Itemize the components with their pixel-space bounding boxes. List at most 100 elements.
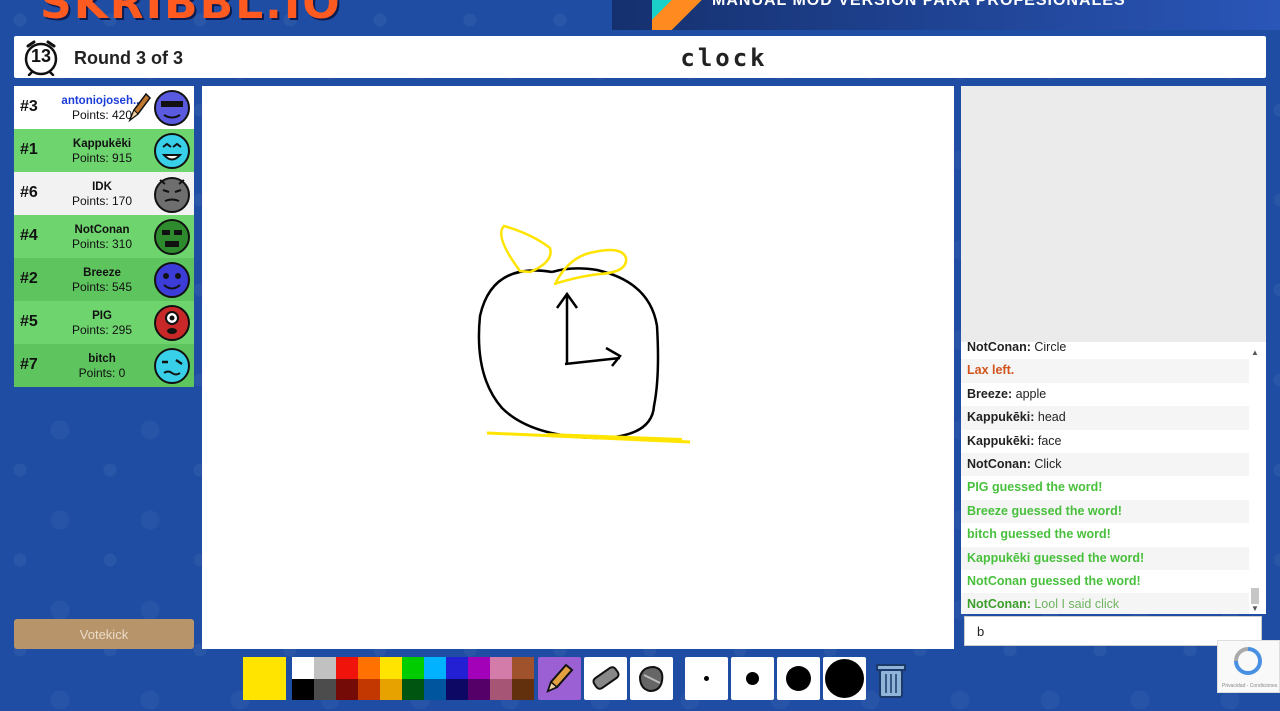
scroll-down-icon[interactable]: ▼ (1250, 604, 1260, 614)
chat-message: bitch guessed the word! (967, 527, 1111, 542)
color-swatch[interactable] (358, 657, 380, 679)
chat-message: NotConan: Circle (967, 342, 1067, 354)
chat-messages: NotConan: Circle Lax left. Breeze: apple… (961, 342, 1249, 614)
color-swatch[interactable] (468, 678, 490, 700)
player-avatar (154, 133, 190, 169)
player-rank: #5 (20, 313, 38, 330)
scroll-thumb[interactable] (1251, 588, 1259, 604)
color-swatch[interactable] (358, 678, 380, 700)
color-swatch[interactable] (468, 657, 490, 679)
fill-bucket-icon (638, 665, 664, 693)
player-avatar (154, 262, 190, 298)
player-rank: #7 (20, 356, 38, 373)
chat-message: NotConan: Click (961, 452, 1249, 477)
player-rank: #3 (20, 98, 38, 115)
color-swatch[interactable] (336, 657, 358, 679)
color-swatch[interactable] (490, 657, 512, 679)
eraser-icon (592, 666, 620, 690)
player-rank: #4 (20, 227, 38, 244)
pencil-icon (546, 663, 574, 693)
chat-message: Kappukēki: face (967, 433, 1062, 448)
player-row[interactable]: #3 antoniojoseh... Points: 420 (14, 86, 194, 129)
color-swatch[interactable] (446, 657, 468, 679)
color-swatch[interactable] (292, 678, 314, 700)
player-points: Points: 310 (71, 237, 133, 251)
chat-message: PIG guessed the word! (967, 480, 1103, 495)
player-rank: #1 (20, 141, 38, 158)
clear-canvas-trash-icon[interactable] (872, 660, 910, 700)
player-avatar (154, 90, 190, 126)
promo-banner[interactable]: MANUAL MOD VERSION PARA PROFESIONALES (612, 0, 1280, 30)
fill-tool-button[interactable] (630, 657, 673, 700)
player-name: NotConan (74, 224, 130, 236)
chat-message: Lax left. (961, 359, 1249, 383)
player-row[interactable]: #6 IDK Points: 170 (14, 172, 194, 215)
color-swatch[interactable] (424, 657, 446, 679)
drawing-canvas[interactable] (202, 86, 954, 649)
player-avatar (154, 305, 190, 341)
color-swatch[interactable] (336, 678, 358, 700)
player-points: Points: 295 (71, 323, 133, 337)
game-header: 13 Round 3 of 3 clock (14, 36, 1266, 78)
banner-text: MANUAL MOD VERSION PARA PROFESIONALES (712, 0, 1126, 9)
color-swatch[interactable] (402, 657, 424, 679)
chat-message: Kappukēki guessed the word! (961, 546, 1249, 570)
color-swatch[interactable] (446, 678, 468, 700)
player-name: IDK (92, 181, 112, 193)
player-list: #3 antoniojoseh... Points: 420 #1 Kappuk… (14, 86, 194, 387)
player-name: Breeze (83, 267, 121, 279)
player-row[interactable]: #1 Kappukēki Points: 915 (14, 129, 194, 172)
player-info: IDK Points: 170 (52, 180, 152, 208)
current-color-swatch (243, 657, 286, 700)
recaptcha-badge[interactable]: Privacidad - Condiciones (1217, 640, 1280, 693)
chat-panel: NotConan: Circle Lax left. Breeze: apple… (961, 342, 1266, 614)
logo-text: SKRIBBL.IO (40, 0, 342, 29)
player-info: PIG Points: 295 (52, 309, 152, 337)
brush-size-large[interactable] (777, 657, 820, 700)
player-avatar (154, 219, 190, 255)
logo: SKRIBBL.IO (10, 0, 340, 38)
player-avatar (154, 177, 190, 213)
color-palette (292, 657, 534, 700)
color-swatch[interactable] (380, 657, 402, 679)
player-row[interactable]: #4 NotConan Points: 310 (14, 215, 194, 258)
color-swatch[interactable] (292, 657, 314, 679)
votekick-button[interactable]: Votekick (14, 619, 194, 649)
brush-size-small[interactable] (685, 657, 728, 700)
recaptcha-links: Privacidad - Condiciones (1222, 683, 1278, 689)
player-points: Points: 0 (78, 366, 126, 380)
brush-size-xlarge[interactable] (823, 657, 866, 700)
color-swatch[interactable] (424, 678, 446, 700)
recaptcha-icon (1234, 647, 1262, 675)
player-avatar (154, 348, 190, 384)
color-swatch[interactable] (314, 657, 336, 679)
chat-message: NotConan: Lool I said click (961, 593, 1249, 614)
player-info: NotConan Points: 310 (52, 223, 152, 251)
chat-message: NotConan guessed the word! (967, 573, 1141, 588)
drawing-pencil-icon (128, 92, 151, 123)
color-swatch[interactable] (402, 678, 424, 700)
player-info: Kappukēki Points: 915 (52, 137, 152, 165)
chat-scrollbar[interactable]: ▲ ▼ (1250, 348, 1260, 613)
player-row[interactable]: #7 bitch Points: 0 (14, 344, 194, 387)
player-row[interactable]: #2 Breeze Points: 545 (14, 258, 194, 301)
color-swatch[interactable] (490, 678, 512, 700)
brush-size-medium[interactable] (731, 657, 774, 700)
color-swatch[interactable] (512, 657, 534, 679)
advertisement-area (961, 86, 1266, 342)
player-points: Points: 915 (71, 151, 133, 165)
player-row[interactable]: #5 PIG Points: 295 (14, 301, 194, 344)
player-name: PIG (92, 310, 112, 322)
eraser-tool-button[interactable] (584, 657, 627, 700)
chat-message: Breeze guessed the word! (961, 499, 1249, 524)
player-rank: #2 (20, 270, 38, 287)
color-swatch[interactable] (380, 678, 402, 700)
color-swatch[interactable] (314, 678, 336, 700)
player-points: Points: 545 (71, 280, 133, 294)
player-name: bitch (88, 353, 116, 365)
pencil-tool-button[interactable] (538, 657, 581, 700)
current-word: clock (680, 44, 768, 72)
scroll-up-icon[interactable]: ▲ (1250, 348, 1260, 358)
banner-logo-icon (652, 0, 712, 30)
color-swatch[interactable] (512, 678, 534, 700)
